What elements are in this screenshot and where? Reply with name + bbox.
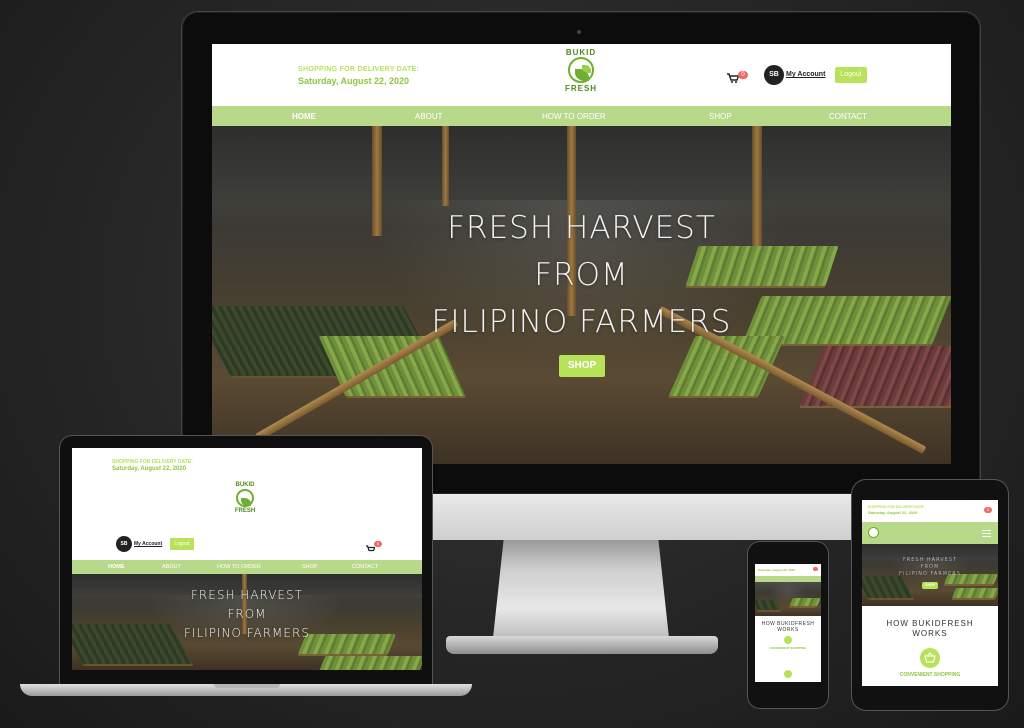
tablet-cart-badge[interactable]: 0 [984, 507, 992, 513]
tablet-hero-line-1: FRESH HARVEST [902, 557, 958, 563]
delivery-label: SHOPPING FOR DELIVERY DATE: [298, 66, 420, 73]
imac-screen: SHOPPING FOR DELIVERY DATE: Saturday, Au… [212, 44, 951, 464]
tablet-hero-image: FRESH HARVEST FROM FILIPINO FARMERS SHOP [862, 544, 998, 606]
laptop-nav-home[interactable]: HOME [108, 560, 125, 574]
laptop-delivery-label: SHOPPING FOR DELIVERY DATE: [112, 459, 193, 465]
my-account-link[interactable]: My Account [786, 71, 825, 78]
phone-hero-image [755, 582, 821, 616]
laptop-logo-bottom: FRESH [234, 508, 256, 514]
laptop-screen: SHOPPING FOR DELIVERY DATE: Saturday, Au… [72, 448, 422, 670]
nav-contact[interactable]: CONTACT [829, 106, 867, 126]
delivery-date[interactable]: Saturday, August 22, 2020 [298, 76, 409, 86]
hero-line-1: FRESH HARVEST [447, 210, 716, 246]
laptop-nav-how-to-order[interactable]: HOW TO ORDER [217, 560, 261, 574]
logo-top-text: BUKID [565, 48, 597, 57]
laptop-logo[interactable]: BUKID FRESH [228, 482, 262, 524]
tablet-convenient: CONVENIENT SHOPPING [899, 672, 961, 678]
laptop-delivery-date[interactable]: Saturday, August 22, 2020 [112, 466, 186, 472]
laptop-nav-about[interactable]: ABOUT [162, 560, 181, 574]
tablet-hero-line-3: FILIPINO FARMERS [899, 571, 961, 577]
basket-icon [920, 648, 940, 668]
laptop-nav-contact[interactable]: CONTACT [352, 560, 378, 574]
hamburger-icon[interactable] [982, 530, 991, 537]
basket-icon [784, 636, 792, 644]
laptop-nav: HOME ABOUT HOW TO ORDER SHOP CONTACT [72, 560, 422, 574]
cart-count-badge: 0 [738, 71, 748, 79]
tablet-screen: SHOPPING FOR DELIVERY DATE: Saturday, Au… [862, 500, 998, 686]
nav-how-to-order[interactable]: HOW TO ORDER [542, 106, 606, 126]
logo-icon [568, 57, 594, 83]
phone-delivery-date[interactable]: Saturday, August 22, 2020 [758, 568, 795, 572]
tablet-hero-line-2: FROM [920, 564, 940, 570]
laptop-hero-image: FRESH HARVEST FROM FILIPINO FARMERS [72, 574, 422, 670]
logout-button[interactable]: Logout [835, 67, 867, 83]
laptop-avatar[interactable]: SB [116, 536, 132, 552]
tablet-nav [862, 522, 998, 544]
main-nav: HOME ABOUT HOW TO ORDER SHOP CONTACT [212, 106, 951, 126]
phone-cart-badge [813, 567, 818, 571]
site-header: SHOPPING FOR DELIVERY DATE: Saturday, Au… [212, 44, 951, 106]
hero-line-3: FILIPINO FARMERS [431, 304, 732, 340]
laptop-my-account-link[interactable]: My Account [134, 541, 162, 547]
laptop-notch [214, 684, 280, 688]
phone-scroll-button[interactable] [784, 670, 792, 678]
nav-shop[interactable]: SHOP [709, 106, 732, 126]
laptop-cart-badge: 0 [374, 541, 382, 547]
nav-about[interactable]: ABOUT [415, 106, 443, 126]
phone-screen: Saturday, August 22, 2020 HOW BUKIDFRESH… [755, 564, 821, 682]
avatar[interactable]: SB [764, 65, 784, 85]
laptop-logout-button[interactable]: Logout [170, 538, 194, 550]
site-logo[interactable]: BUKID FRESH [557, 48, 605, 104]
imac-foot [446, 636, 718, 654]
laptop-logo-top: BUKID [235, 482, 255, 488]
hero-image: FRESH HARVEST FROM FILIPINO FARMERS SHOP [212, 126, 951, 464]
laptop-hero-line-2: FROM [227, 607, 267, 621]
phone-how-title-2: WORKS [777, 627, 799, 633]
tablet-shop-button[interactable]: SHOP [922, 582, 938, 589]
imac-stand [493, 540, 669, 638]
imac-camera [577, 30, 581, 34]
phone-convenient: CONVENIENT SHOPPING [769, 646, 807, 650]
laptop-hero-line-1: FRESH HARVEST [191, 588, 303, 602]
laptop-nav-shop[interactable]: SHOP [302, 560, 318, 574]
hero-line-2: FROM [534, 257, 629, 293]
hero-shop-button[interactable]: SHOP [559, 355, 605, 377]
tablet-delivery-label: SHOPPING FOR DELIVERY DATE: [868, 505, 925, 509]
nav-home[interactable]: HOME [292, 106, 316, 126]
laptop-hero-line-3: FILIPINO FARMERS [184, 626, 310, 640]
tablet-delivery-date[interactable]: Saturday, August 22, 2020 [868, 510, 917, 515]
tablet-how-title-1: HOW BUKIDFRESH [886, 619, 974, 628]
tablet-how-title-2: WORKS [912, 629, 948, 638]
logo-icon [236, 489, 254, 507]
logo-icon[interactable] [868, 527, 879, 538]
logo-bottom-text: FRESH [564, 84, 598, 93]
